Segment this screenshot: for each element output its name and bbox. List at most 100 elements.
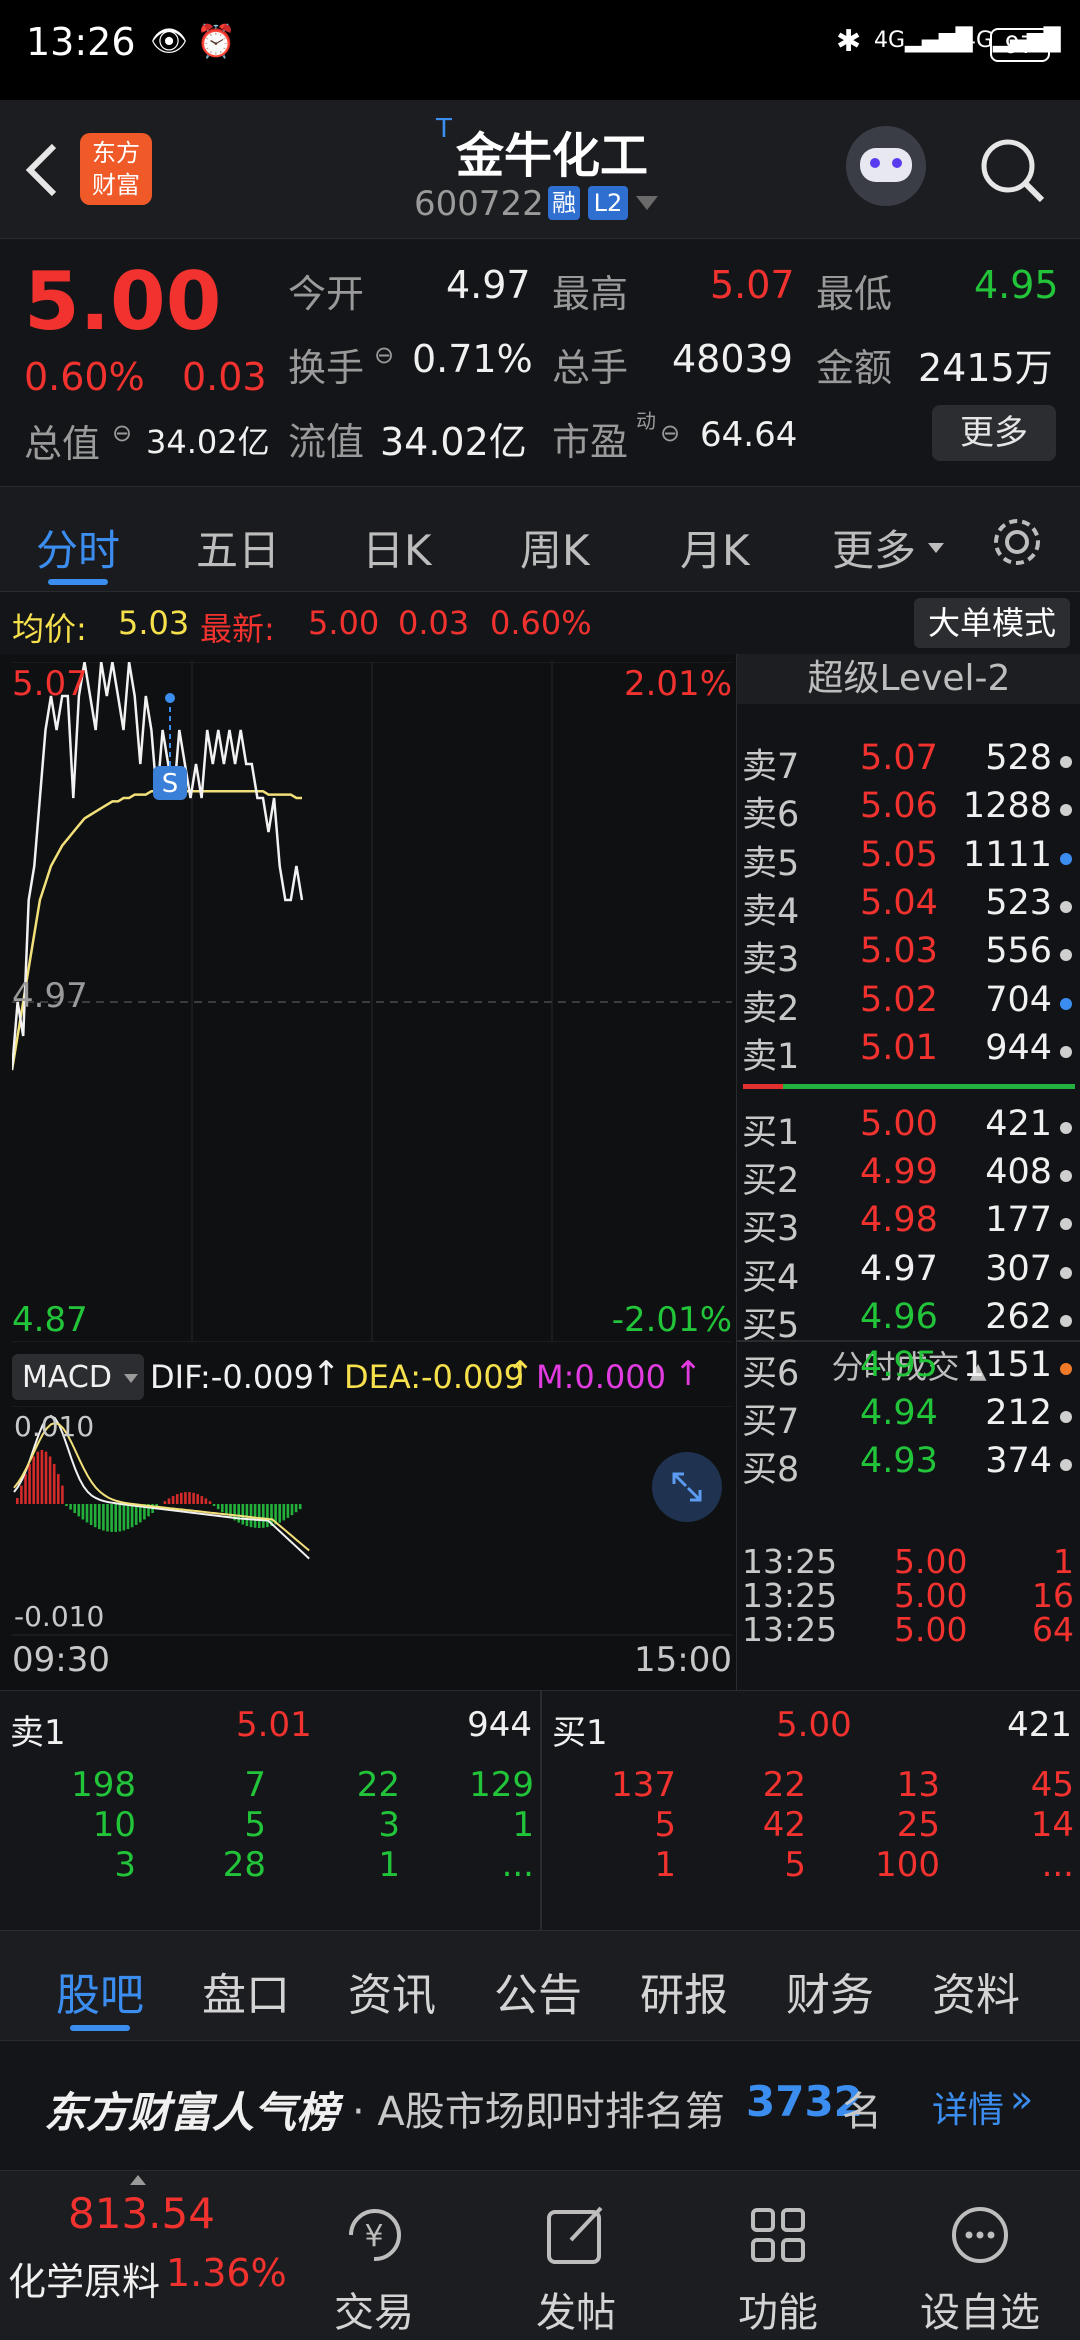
- back-icon[interactable]: [20, 140, 60, 200]
- sell-order-row[interactable]: 卖6 5.06 1288: [742, 786, 1072, 835]
- tab-pankou[interactable]: 盘口: [202, 1959, 290, 2023]
- sector-index-value[interactable]: 813.54: [68, 2189, 215, 2238]
- buy-order-row[interactable]: 买4 4.97 307: [742, 1249, 1072, 1298]
- buy-order-row[interactable]: 买1 5.00 421: [742, 1104, 1072, 1153]
- macd-bar: [212, 1504, 216, 1506]
- trade-volume: 64: [1032, 1610, 1074, 1649]
- queue-cell: 45: [1030, 1765, 1074, 1805]
- macd-bar: [89, 1504, 93, 1526]
- nav-post[interactable]: 发帖: [516, 2200, 636, 2338]
- popularity-rank-row[interactable]: 东方财富人气榜 · A股市场即时排名第 3732 名 详情 »: [0, 2040, 1080, 2170]
- macd-bar: [208, 1501, 212, 1504]
- latest-change: 0.03: [398, 604, 470, 642]
- macd-chart[interactable]: [12, 1406, 732, 1636]
- sector-name[interactable]: 化学原料: [8, 2251, 160, 2306]
- grid-icon: [751, 2208, 805, 2262]
- settings-gear-icon[interactable]: [990, 515, 1044, 569]
- macd-bar: [81, 1504, 85, 1520]
- queue-buy-price: 5.00: [776, 1705, 852, 1745]
- buy-order-row[interactable]: 买3 4.98 177: [742, 1200, 1072, 1250]
- search-icon[interactable]: [978, 136, 1048, 206]
- macd-dea: DEA:-0.009: [344, 1358, 525, 1396]
- tab-intraday[interactable]: 分时: [36, 517, 120, 578]
- tab-weekly-k[interactable]: 周K: [520, 517, 590, 578]
- buy-order-label: 买3: [742, 1209, 800, 1250]
- eye-icon: 👁: [150, 24, 189, 59]
- indicator-dot: [1060, 1218, 1072, 1231]
- trade-icon: ¥: [349, 2209, 401, 2262]
- sell-order-label: 卖1: [742, 1036, 800, 1077]
- sell-order-row[interactable]: 卖1 5.01 944: [742, 1028, 1072, 1077]
- total-cap-label: 总值: [24, 422, 101, 466]
- queue-cell: 3: [114, 1845, 136, 1885]
- tab-announcements[interactable]: 公告: [494, 1959, 582, 2023]
- sell-order-volume: 1288: [962, 786, 1052, 827]
- tab-finance[interactable]: 财务: [786, 1959, 874, 2023]
- rank-detail-link[interactable]: 详情: [932, 2081, 1004, 2133]
- more-button[interactable]: 更多: [932, 405, 1056, 461]
- app-logo[interactable]: 东方 财富: [80, 133, 152, 205]
- double-chevron-right-icon[interactable]: »: [1010, 2077, 1033, 2121]
- tab-monthly-k[interactable]: 月K: [680, 517, 750, 578]
- macd-bar: [188, 1492, 191, 1504]
- change-percent: 0.60%: [24, 355, 145, 399]
- nav-trade-label: 交易: [334, 2290, 414, 2336]
- high-value: 5.07: [710, 263, 795, 307]
- tab-guba[interactable]: 股吧: [56, 1959, 144, 2023]
- buy-order-row[interactable]: 买8 4.93 374: [742, 1441, 1072, 1490]
- sell-order-label: 卖4: [742, 891, 800, 932]
- tab-research[interactable]: 研报: [640, 1959, 728, 2023]
- nav-functions[interactable]: 功能: [718, 2200, 838, 2338]
- level2-badge: L2: [588, 186, 628, 220]
- info-icon[interactable]: ⊖: [660, 419, 680, 447]
- macd-bar: [16, 1498, 19, 1504]
- queue-cell: 25: [896, 1805, 940, 1845]
- sell-order-row[interactable]: 卖3 5.03 556: [742, 931, 1072, 980]
- dropdown-icon[interactable]: [928, 543, 944, 553]
- tab-news[interactable]: 资讯: [348, 1959, 436, 2023]
- sector-change-pct[interactable]: 1.36%: [166, 2251, 287, 2295]
- low-value: 4.95: [974, 263, 1059, 307]
- queue-cell: 22: [762, 1765, 806, 1805]
- info-icon[interactable]: ⊖: [374, 341, 394, 369]
- margin-badge: 融: [548, 186, 580, 220]
- tab-five-day[interactable]: 五日: [196, 517, 280, 578]
- info-icon[interactable]: ⊖: [112, 419, 132, 447]
- big-order-mode-button[interactable]: 大单模式: [914, 598, 1070, 648]
- sell-order-row[interactable]: 卖7 5.07 528: [742, 738, 1072, 787]
- intraday-price-chart[interactable]: S: [12, 662, 732, 1342]
- tab-profile[interactable]: 资料: [932, 1959, 1020, 2023]
- sell-order-row[interactable]: 卖5 5.05 1111: [742, 834, 1072, 884]
- battery-icon: 97: [990, 28, 1050, 62]
- chevron-down-icon[interactable]: [636, 196, 658, 210]
- buy-order-row[interactable]: 买2 4.99 408: [742, 1152, 1072, 1201]
- buy-order-row[interactable]: 买6 4.95 1151: [742, 1345, 1072, 1394]
- nav-trade[interactable]: ¥ 交易: [314, 2200, 434, 2338]
- macd-bar: [196, 1494, 199, 1504]
- volume-label: 总手: [552, 346, 629, 390]
- pe-label: 市盈: [552, 420, 629, 464]
- buy-order-volume: 212: [985, 1393, 1052, 1434]
- intraday-chart-area[interactable]: S 5.07 2.01% 4.97 4.87 -2.01% MACD DIF:-…: [0, 654, 736, 1690]
- buy-order-row[interactable]: 买5 4.96 262: [742, 1297, 1072, 1346]
- expand-icon[interactable]: [652, 1452, 722, 1522]
- robot-assistant-icon[interactable]: [846, 126, 926, 206]
- macd-selector[interactable]: MACD: [12, 1354, 144, 1400]
- macd-bar: [245, 1504, 249, 1527]
- macd-bar: [200, 1496, 204, 1504]
- sell-order-row[interactable]: 卖2 5.02 704: [742, 980, 1072, 1029]
- tab-more[interactable]: 更多: [832, 517, 916, 578]
- tab-daily-k[interactable]: 日K: [362, 517, 432, 578]
- buy-order-row[interactable]: 买7 4.94 212: [742, 1393, 1072, 1442]
- indicator-dot: [1060, 756, 1072, 768]
- sell-order-row[interactable]: 卖4 5.04 523: [742, 883, 1072, 932]
- level2-title[interactable]: 超级Level-2: [737, 654, 1080, 704]
- sell-order-price: 5.05: [860, 834, 938, 875]
- indicator-dot: [1060, 804, 1072, 817]
- buy-order-price: 4.94: [860, 1393, 938, 1434]
- indicator-dot: [1060, 1266, 1072, 1279]
- nav-add-watchlist[interactable]: 设自选: [920, 2200, 1040, 2338]
- macd-bar: [77, 1504, 81, 1517]
- signal-marker-dot: [165, 693, 175, 703]
- sell-order-volume: 556: [985, 931, 1052, 972]
